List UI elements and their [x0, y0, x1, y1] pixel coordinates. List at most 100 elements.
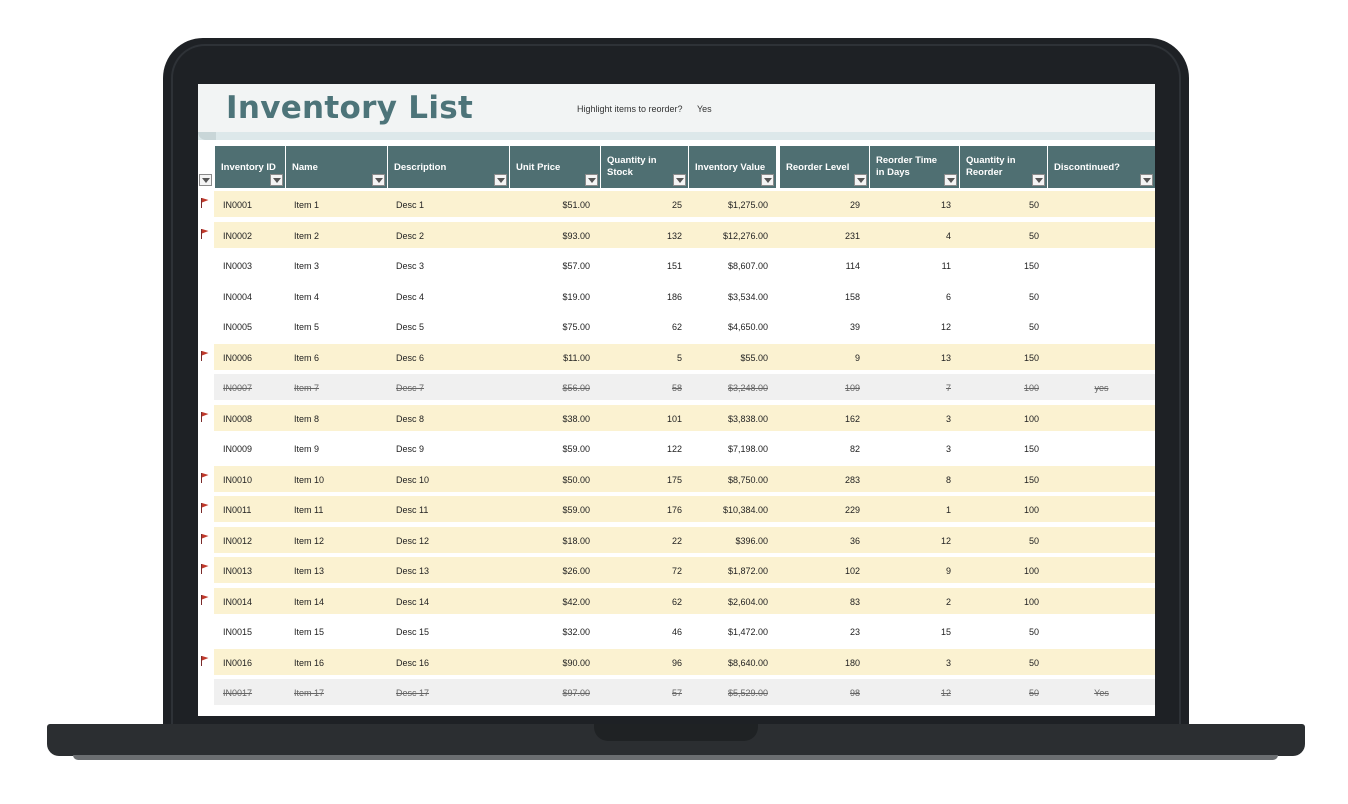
cell-inventory-value[interactable]: $3,534.00: [689, 292, 768, 302]
cell-reorder-level[interactable]: 82: [780, 444, 860, 454]
cell-quantity-in-reorder[interactable]: 50: [960, 627, 1039, 637]
cell-quantity-in-reorder[interactable]: 50: [960, 658, 1039, 668]
filter-dropdown-icon[interactable]: [199, 174, 212, 186]
cell-quantity-in-stock[interactable]: 72: [601, 566, 682, 576]
table-row[interactable]: IN0002 Item 2 Desc 2 $93.00 132 $12,276.00 231…: [198, 221, 1155, 248]
cell-inventory-value[interactable]: $3,248.00: [689, 383, 768, 393]
cell-quantity-in-reorder[interactable]: 100: [960, 414, 1039, 424]
cell-quantity-in-reorder[interactable]: 150: [960, 353, 1039, 363]
cell-quantity-in-stock[interactable]: 186: [601, 292, 682, 302]
cell-name[interactable]: Item 11: [294, 505, 323, 515]
cell-quantity-in-stock[interactable]: 62: [601, 322, 682, 332]
cell-inventory-id[interactable]: IN0004: [223, 292, 252, 302]
cell-inventory-id[interactable]: IN0006: [223, 353, 252, 363]
table-row[interactable]: IN0013 Item 13 Desc 13 $26.00 72 $1,872.00 102…: [198, 557, 1155, 583]
cell-reorder-level[interactable]: 29: [780, 200, 860, 210]
table-row[interactable]: IN0014 Item 14 Desc 14 $42.00 62 $2,604.00 83 2…: [198, 587, 1155, 614]
header-col-description[interactable]: Description: [388, 146, 509, 188]
table-row[interactable]: IN0007 Item 7 Desc 7 $56.00 58 $3,248.00 109 7 1…: [198, 374, 1155, 400]
cell-quantity-in-reorder[interactable]: 50: [960, 322, 1039, 332]
cell-reorder-time-days[interactable]: 1: [870, 505, 951, 515]
table-row[interactable]: IN0001 Item 1 Desc 1 $51.00 25 $1,275.00 29 13 5…: [198, 191, 1155, 217]
cell-unit-price[interactable]: $18.00: [510, 536, 590, 546]
cell-description[interactable]: Desc 8: [396, 414, 424, 424]
table-row[interactable]: IN0009 Item 9 Desc 9 $59.00 122 $7,198.00 82 3 1…: [198, 435, 1155, 461]
cell-unit-price[interactable]: $42.00: [510, 597, 590, 607]
filter-dropdown-icon[interactable]: [372, 174, 385, 186]
header-col-reorder-time-days[interactable]: Reorder Time in Days: [870, 146, 959, 188]
cell-quantity-in-reorder[interactable]: 100: [960, 505, 1039, 515]
cell-quantity-in-stock[interactable]: 57: [601, 688, 682, 698]
cell-unit-price[interactable]: $57.00: [510, 261, 590, 271]
table-row[interactable]: IN0008 Item 8 Desc 8 $38.00 101 $3,838.00 162 3…: [198, 404, 1155, 431]
cell-unit-price[interactable]: $38.00: [510, 414, 590, 424]
cell-reorder-level[interactable]: 231: [780, 231, 860, 241]
cell-reorder-time-days[interactable]: 13: [870, 200, 951, 210]
cell-quantity-in-reorder[interactable]: 50: [960, 688, 1039, 698]
cell-reorder-level[interactable]: 9: [780, 353, 860, 363]
cell-quantity-in-stock[interactable]: 175: [601, 475, 682, 485]
cell-reorder-level[interactable]: 162: [780, 414, 860, 424]
cell-quantity-in-stock[interactable]: 5: [601, 353, 682, 363]
cell-quantity-in-stock[interactable]: 58: [601, 383, 682, 393]
cell-unit-price[interactable]: $75.00: [510, 322, 590, 332]
table-row[interactable]: IN0006 Item 6 Desc 6 $11.00 5 $55.00 9 13 150: [198, 343, 1155, 370]
table-row[interactable]: IN0004 Item 4 Desc 4 $19.00 186 $3,534.00 158 6…: [198, 283, 1155, 309]
table-row[interactable]: IN0003 Item 3 Desc 3 $57.00 151 $8,607.00 114 1…: [198, 252, 1155, 278]
filter-dropdown-icon[interactable]: [944, 174, 957, 186]
cell-inventory-id[interactable]: IN0011: [223, 505, 251, 515]
cell-unit-price[interactable]: $11.00: [510, 353, 590, 363]
cell-reorder-time-days[interactable]: 3: [870, 658, 951, 668]
cell-reorder-time-days[interactable]: 12: [870, 536, 951, 546]
cell-description[interactable]: Desc 11: [396, 505, 428, 515]
cell-reorder-time-days[interactable]: 12: [870, 322, 951, 332]
cell-name[interactable]: Item 2: [294, 231, 319, 241]
cell-unit-price[interactable]: $59.00: [510, 505, 590, 515]
cell-unit-price[interactable]: $97.00: [510, 688, 590, 698]
cell-unit-price[interactable]: $93.00: [510, 231, 590, 241]
cell-inventory-value[interactable]: $3,838.00: [689, 414, 768, 424]
cell-name[interactable]: Item 12: [294, 536, 324, 546]
cell-unit-price[interactable]: $32.00: [510, 627, 590, 637]
cell-reorder-level[interactable]: 23: [780, 627, 860, 637]
cell-inventory-value[interactable]: $2,604.00: [689, 597, 768, 607]
cell-name[interactable]: Item 4: [294, 292, 319, 302]
table-row[interactable]: IN0017 Item 17 Desc 17 $97.00 57 $5,529.00 98 1…: [198, 679, 1155, 705]
cell-inventory-id[interactable]: IN0014: [223, 597, 252, 607]
cell-reorder-time-days[interactable]: 9: [870, 566, 951, 576]
table-row[interactable]: IN0010 Item 10 Desc 10 $50.00 175 $8,750.00 28…: [198, 465, 1155, 492]
cell-name[interactable]: Item 3: [294, 261, 319, 271]
cell-quantity-in-stock[interactable]: 62: [601, 597, 682, 607]
cell-quantity-in-stock[interactable]: 132: [601, 231, 682, 241]
table-row[interactable]: IN0012 Item 12 Desc 12 $18.00 22 $396.00 36 12 5…: [198, 526, 1155, 553]
cell-unit-price[interactable]: $56.00: [510, 383, 590, 393]
cell-quantity-in-stock[interactable]: 22: [601, 536, 682, 546]
filter-dropdown-icon[interactable]: [1140, 174, 1153, 186]
cell-description[interactable]: Desc 3: [396, 261, 424, 271]
cell-quantity-in-stock[interactable]: 96: [601, 658, 682, 668]
header-col-inventory-value[interactable]: Inventory Value: [689, 146, 776, 188]
cell-quantity-in-stock[interactable]: 25: [601, 200, 682, 210]
cell-reorder-level[interactable]: 102: [780, 566, 860, 576]
cell-reorder-time-days[interactable]: 8: [870, 475, 951, 485]
cell-quantity-in-reorder[interactable]: 100: [960, 597, 1039, 607]
cell-unit-price[interactable]: $59.00: [510, 444, 590, 454]
cell-inventory-id[interactable]: IN0010: [223, 475, 252, 485]
cell-inventory-id[interactable]: IN0005: [223, 322, 252, 332]
cell-inventory-value[interactable]: $396.00: [689, 536, 768, 546]
cell-quantity-in-reorder[interactable]: 100: [960, 566, 1039, 576]
cell-quantity-in-stock[interactable]: 101: [601, 414, 682, 424]
cell-name[interactable]: Item 9: [294, 444, 319, 454]
cell-quantity-in-reorder[interactable]: 50: [960, 200, 1039, 210]
cell-reorder-time-days[interactable]: 7: [870, 383, 951, 393]
cell-description[interactable]: Desc 17: [396, 688, 429, 698]
filter-dropdown-icon[interactable]: [761, 174, 774, 186]
cell-inventory-value[interactable]: $12,276.00: [689, 231, 768, 241]
cell-name[interactable]: Item 5: [294, 322, 319, 332]
cell-name[interactable]: Item 10: [294, 475, 324, 485]
cell-inventory-id[interactable]: IN0001: [223, 200, 252, 210]
cell-inventory-id[interactable]: IN0002: [223, 231, 252, 241]
cell-description[interactable]: Desc 7: [396, 383, 424, 393]
filter-dropdown-icon[interactable]: [494, 174, 507, 186]
cell-reorder-level[interactable]: 158: [780, 292, 860, 302]
